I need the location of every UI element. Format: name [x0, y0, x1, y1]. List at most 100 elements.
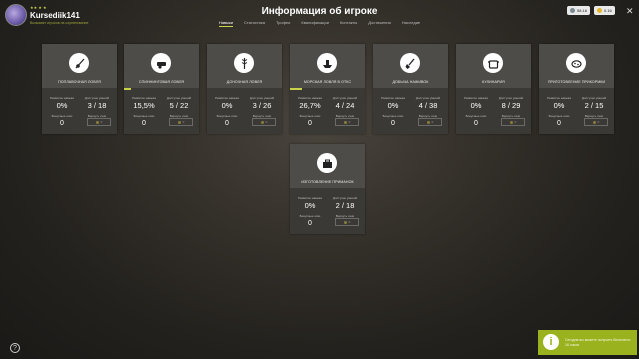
skill-points-label: Доступно умений	[166, 96, 192, 100]
currency-gold: 0.16	[594, 6, 615, 15]
spinning-reel-icon	[151, 53, 171, 73]
bonus-label: Бонусные очки	[133, 114, 155, 118]
skill-card-header: СПИННИНГОВАЯ ЛОВЛЯ	[124, 44, 199, 88]
skill-name: КУЛИНАРИЯ	[482, 80, 505, 84]
skill-points: 3 / 26	[252, 101, 272, 110]
groundbait-icon	[566, 53, 586, 73]
skill-card[interactable]: ИЗГОТОВЛЕНИЕ ПРИМАНОК Развитие навыка Дост…	[290, 144, 365, 234]
bonus-value: 0	[225, 120, 229, 127]
skill-card-header: ДОНОЧНАЯ ЛОВЛЯ	[207, 44, 282, 88]
info-icon: i	[543, 334, 559, 350]
coin-icon	[343, 220, 347, 224]
bottom-rod-icon	[234, 53, 254, 73]
tab-bar: Навыки Статистика Трофеи Квалификации Ко…	[0, 20, 639, 27]
refund-value: 0	[265, 120, 268, 124]
sea-boat-icon	[317, 53, 337, 73]
skill-percent: 0%	[304, 201, 316, 210]
skill-percent: 0%	[56, 101, 68, 110]
tab-statistics[interactable]: Статистика	[244, 20, 265, 25]
currency-silver: 58.16	[567, 6, 591, 15]
skill-percent: 0%	[553, 101, 565, 110]
skill-points-label: Доступно умений	[332, 196, 358, 200]
coin-icon	[260, 120, 264, 124]
skill-card-header: ДОБЫЧА НАЖИВОК	[373, 44, 448, 88]
tab-contacts[interactable]: Контакты	[340, 20, 357, 25]
silver-coin-icon	[570, 8, 575, 13]
skill-percent: 0%	[221, 101, 233, 110]
skill-points: 4 / 38	[418, 101, 438, 110]
refund-button[interactable]: 0	[418, 118, 442, 126]
skill-card-header: ПРИГОТОВЛЕНИЕ ПРИКОРМКИ	[539, 44, 614, 88]
skill-card[interactable]: ДОБЫЧА НАЖИВОК Развитие навыка Доступно ум…	[373, 44, 448, 134]
skill-level-label: Развитие навыка	[215, 96, 239, 100]
skill-card[interactable]: ПРИГОТОВЛЕНИЕ ПРИКОРМКИ Развитие навыка До…	[539, 44, 614, 134]
skill-percent: 0%	[470, 101, 482, 110]
notification-toast[interactable]: i Сегодня вы можете получить бесплатно 1…	[538, 330, 637, 355]
skill-percent: 15,5%	[133, 101, 155, 110]
refund-button[interactable]: 0	[584, 118, 608, 126]
coin-icon	[95, 120, 99, 124]
refund-button[interactable]: 0	[252, 118, 276, 126]
skill-name: ПРИГОТОВЛЕНИЕ ПРИКОРМКИ	[547, 80, 606, 84]
bonus-label: Бонусные очки	[299, 114, 321, 118]
skill-points: 3 / 18	[87, 101, 107, 110]
coin-icon	[177, 120, 181, 124]
tab-skills[interactable]: Навыки	[218, 20, 234, 27]
currency-silver-value: 58.16	[577, 8, 588, 13]
skill-level-label: Развитие навыка	[298, 196, 322, 200]
refund-value: 0	[348, 220, 351, 224]
skill-name: СПИННИНГОВАЯ ЛОВЛЯ	[138, 80, 185, 84]
bonus-label: Бонусные очки	[382, 114, 404, 118]
skill-percent: 0%	[387, 101, 399, 110]
skill-card[interactable]: КУЛИНАРИЯ Развитие навыка Доступно умений 0…	[456, 44, 531, 134]
skill-name: ДОНОЧНАЯ ЛОВЛЯ	[226, 80, 263, 84]
skill-card[interactable]: ДОНОЧНАЯ ЛОВЛЯ Развитие навыка Доступно ум…	[207, 44, 282, 134]
skill-name: ПОПЛАВОЧНАЯ ЛОВЛЯ	[58, 80, 101, 84]
close-icon[interactable]: ✕	[626, 6, 634, 17]
refund-value: 0	[348, 120, 351, 124]
refund-button[interactable]: 0	[87, 118, 111, 126]
skill-points: 8 / 29	[501, 101, 521, 110]
float-rod-icon	[69, 53, 89, 73]
notification-text: Сегодня вы можете получить бесплатно 16 …	[565, 338, 631, 347]
skill-name: ИЗГОТОВЛЕНИЕ ПРИМАНОК	[301, 180, 354, 184]
refund-button[interactable]: 0	[335, 218, 359, 226]
skill-points-label: Доступно умений	[84, 96, 110, 100]
coin-icon	[509, 120, 513, 124]
skill-points-label: Доступно умений	[415, 96, 441, 100]
skill-card-header: ПОПЛАВОЧНАЯ ЛОВЛЯ	[42, 44, 117, 88]
refund-button[interactable]: 0	[169, 118, 193, 126]
refund-value: 0	[597, 120, 600, 124]
tab-trophies[interactable]: Трофеи	[276, 20, 290, 25]
coin-icon	[343, 120, 347, 124]
bonus-value: 0	[60, 120, 64, 127]
skill-card[interactable]: СПИННИНГОВАЯ ЛОВЛЯ Развитие навыка Доступн…	[124, 44, 199, 134]
refund-value: 0	[182, 120, 185, 124]
skill-progress-bar	[124, 88, 131, 90]
skill-level-label: Развитие навыка	[298, 96, 322, 100]
skill-points-label: Доступно умений	[249, 96, 275, 100]
pot-icon	[483, 53, 503, 73]
skill-level-label: Развитие навыка	[50, 96, 74, 100]
skill-points: 2 / 18	[335, 201, 355, 210]
shovel-icon	[400, 53, 420, 73]
skill-progress-bar	[290, 88, 302, 90]
tab-achievements[interactable]: Достижения	[368, 20, 391, 25]
skill-points-label: Доступно умений	[581, 96, 607, 100]
bonus-label: Бонусные очки	[216, 114, 238, 118]
help-icon[interactable]: ?	[10, 343, 20, 353]
refund-button[interactable]: 0	[501, 118, 525, 126]
tab-legacy[interactable]: Наследие	[402, 20, 420, 25]
bonus-value: 0	[557, 120, 561, 127]
refund-button[interactable]: 0	[335, 118, 359, 126]
bonus-value: 0	[391, 120, 395, 127]
skill-card[interactable]: МОРСКАЯ ЛОВЛЯ В ОТКС Развитие навыка Досту…	[290, 44, 365, 134]
skill-points: 4 / 24	[335, 101, 355, 110]
skill-card-header: КУЛИНАРИЯ	[456, 44, 531, 88]
skill-card[interactable]: ПОПЛАВОЧНАЯ ЛОВЛЯ Развитие навыка Доступно…	[42, 44, 117, 134]
bonus-label: Бонусные очки	[465, 114, 487, 118]
skill-card-header: ИЗГОТОВЛЕНИЕ ПРИМАНОК	[290, 144, 365, 188]
skill-points-label: Доступно умений	[498, 96, 524, 100]
refund-value: 0	[514, 120, 517, 124]
tab-qualifications[interactable]: Квалификации	[301, 20, 329, 25]
